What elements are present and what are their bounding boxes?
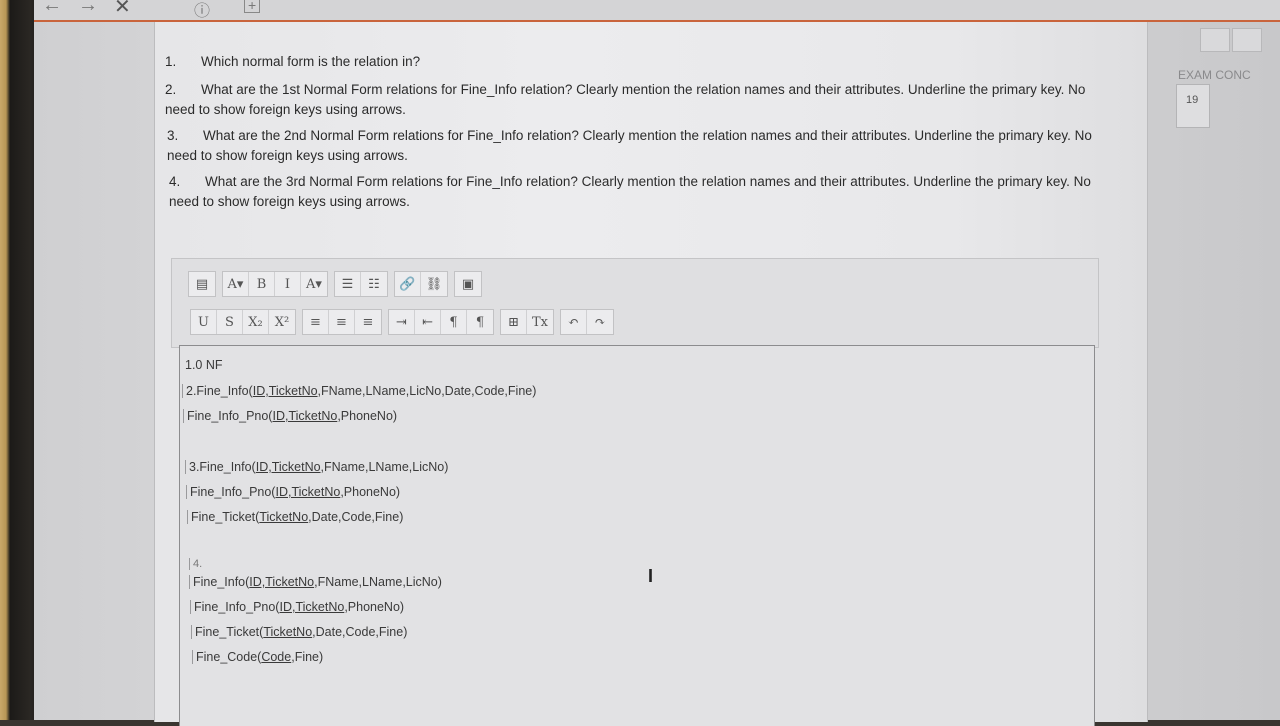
undo-button[interactable]: ↶	[561, 310, 587, 334]
question-4: 4. What are the 3rd Normal Form relations…	[169, 172, 1109, 212]
unlink-button[interactable]: ⛓	[421, 272, 447, 296]
screen: ← → ✕ ⓘ + 1. Which normal form is the rel…	[34, 0, 1280, 726]
browser-toolbar: ← → ✕ ⓘ +	[34, 0, 1280, 22]
exam-sidebar: EXAM CONC 19	[1150, 22, 1280, 722]
toolbar-row-2: U S X₂ X² ≡ ≡ ≡ ⇥ ⇤ ¶ ¶ ⊞ Tx ↶ ↷	[190, 309, 614, 335]
redo-button[interactable]: ↷	[587, 310, 613, 334]
bold-button[interactable]: B	[249, 272, 275, 296]
align-center-button[interactable]: ≡	[329, 310, 355, 334]
answer-line-4c: Fine_Ticket(TicketNo,Date,Code,Fine)	[191, 625, 407, 639]
link-button[interactable]: 🔗	[395, 272, 421, 296]
sidebar-button[interactable]	[1232, 28, 1262, 52]
answer-line-4b: Fine_Info_Pno(ID,TicketNo,PhoneNo)	[190, 600, 404, 614]
text-color-button[interactable]: A▾	[301, 272, 327, 296]
answer-editor[interactable]: 1.0 NF 2.Fine_Info(ID,TicketNo,FName,LNa…	[179, 345, 1095, 726]
bullet-list-button[interactable]: ☰	[335, 272, 361, 296]
sidebar-button[interactable]	[1200, 28, 1230, 52]
exam-counter[interactable]: 19	[1176, 84, 1210, 128]
answer-line-1: 1.0 NF	[185, 358, 223, 372]
question-number: 4.	[169, 174, 181, 189]
answer-line-3c: Fine_Ticket(TicketNo,Date,Code,Fine)	[187, 510, 403, 524]
answer-line-4-number: 4.	[189, 558, 202, 570]
numbered-list-button[interactable]: ☷	[361, 272, 387, 296]
outdent-button[interactable]: ⇤	[415, 310, 441, 334]
toolbar-group: ↶ ↷	[560, 309, 614, 335]
toolbar-group: A▾ B I A▾	[222, 271, 328, 297]
superscript-button[interactable]: X²	[269, 310, 295, 334]
question-number: 1.	[165, 54, 177, 69]
question-text: What are the 2nd Normal Form relations f…	[167, 128, 1092, 163]
question-2: 2. What are the 1st Normal Form relations…	[165, 80, 1105, 120]
align-right-button[interactable]: ≡	[355, 310, 381, 334]
toolbar-group: ⇥ ⇤ ¶ ¶	[388, 309, 494, 335]
info-icon[interactable]: ⓘ	[194, 0, 210, 21]
toolbar-group: ▤	[188, 271, 216, 297]
strikethrough-button[interactable]: S	[217, 310, 243, 334]
underline-button[interactable]: U	[191, 310, 217, 334]
question-number: 2.	[165, 82, 177, 97]
question-number: 3.	[167, 128, 179, 143]
toolbar-group: 🔗 ⛓	[394, 271, 448, 297]
toolbar-group: ≡ ≡ ≡	[302, 309, 382, 335]
font-size-button[interactable]: A▾	[223, 272, 249, 296]
align-left-button[interactable]: ≡	[303, 310, 329, 334]
forward-icon[interactable]: →	[78, 0, 98, 17]
toolbar-group: ☰ ☷	[334, 271, 388, 297]
indent-button[interactable]: ⇥	[389, 310, 415, 334]
new-tab-icon[interactable]: +	[244, 0, 261, 13]
answer-line-3b: Fine_Info_Pno(ID,TicketNo,PhoneNo)	[186, 485, 400, 499]
question-text: Which normal form is the relation in?	[201, 54, 421, 69]
answer-line-2b: Fine_Info_Pno(ID,TicketNo,PhoneNo)	[183, 409, 397, 423]
subscript-button[interactable]: X₂	[243, 310, 269, 334]
question-text: What are the 1st Normal Form relations f…	[165, 82, 1086, 117]
answer-line-2a: 2.Fine_Info(ID,TicketNo,FName,LName,LicN…	[182, 384, 536, 398]
answer-line-3a: 3.Fine_Info(ID,TicketNo,FName,LName,LicN…	[185, 460, 448, 474]
answer-line-4d: Fine_Code(Code,Fine)	[192, 650, 323, 664]
italic-button[interactable]: I	[275, 272, 301, 296]
image-button[interactable]: ▣	[455, 272, 481, 296]
back-icon[interactable]: ←	[42, 0, 62, 17]
question-text: What are the 3rd Normal Form relations f…	[169, 174, 1091, 209]
close-icon[interactable]: ✕	[114, 0, 131, 19]
table-button[interactable]: ⊞	[501, 310, 527, 334]
text-cursor-icon: I	[648, 566, 654, 586]
toolbar-row-1: ▤ A▾ B I A▾ ☰ ☷ 🔗 ⛓ ▣	[188, 271, 482, 297]
format-block-icon[interactable]: ▤	[189, 272, 215, 296]
exam-label: EXAM CONC	[1178, 68, 1251, 82]
answer-line-4a: Fine_Info(ID,TicketNo,FName,LName,LicNo)	[189, 575, 442, 589]
toolbar-group: ▣	[454, 271, 482, 297]
toolbar-group: U S X₂ X²	[190, 309, 296, 335]
editor-toolbar: ▤ A▾ B I A▾ ☰ ☷ 🔗 ⛓ ▣ U S X₂ X² ≡ ≡ ≡ ⇥ ⇤ ¶ ¶ ⊞ Tx ↶ ↷	[171, 258, 1099, 348]
toolbar-group: ⊞ Tx	[500, 309, 554, 335]
exam-counter-value: 19	[1186, 94, 1199, 106]
question-3: 3. What are the 2nd Normal Form relations…	[167, 126, 1107, 166]
question-1: 1. Which normal form is the relation in?	[165, 52, 1105, 72]
clear-format-button[interactable]: Tx	[527, 310, 553, 334]
rtl-button[interactable]: ¶	[467, 310, 493, 334]
exam-question-panel: 1. Which normal form is the relation in? …	[154, 22, 1148, 726]
ltr-button[interactable]: ¶	[441, 310, 467, 334]
